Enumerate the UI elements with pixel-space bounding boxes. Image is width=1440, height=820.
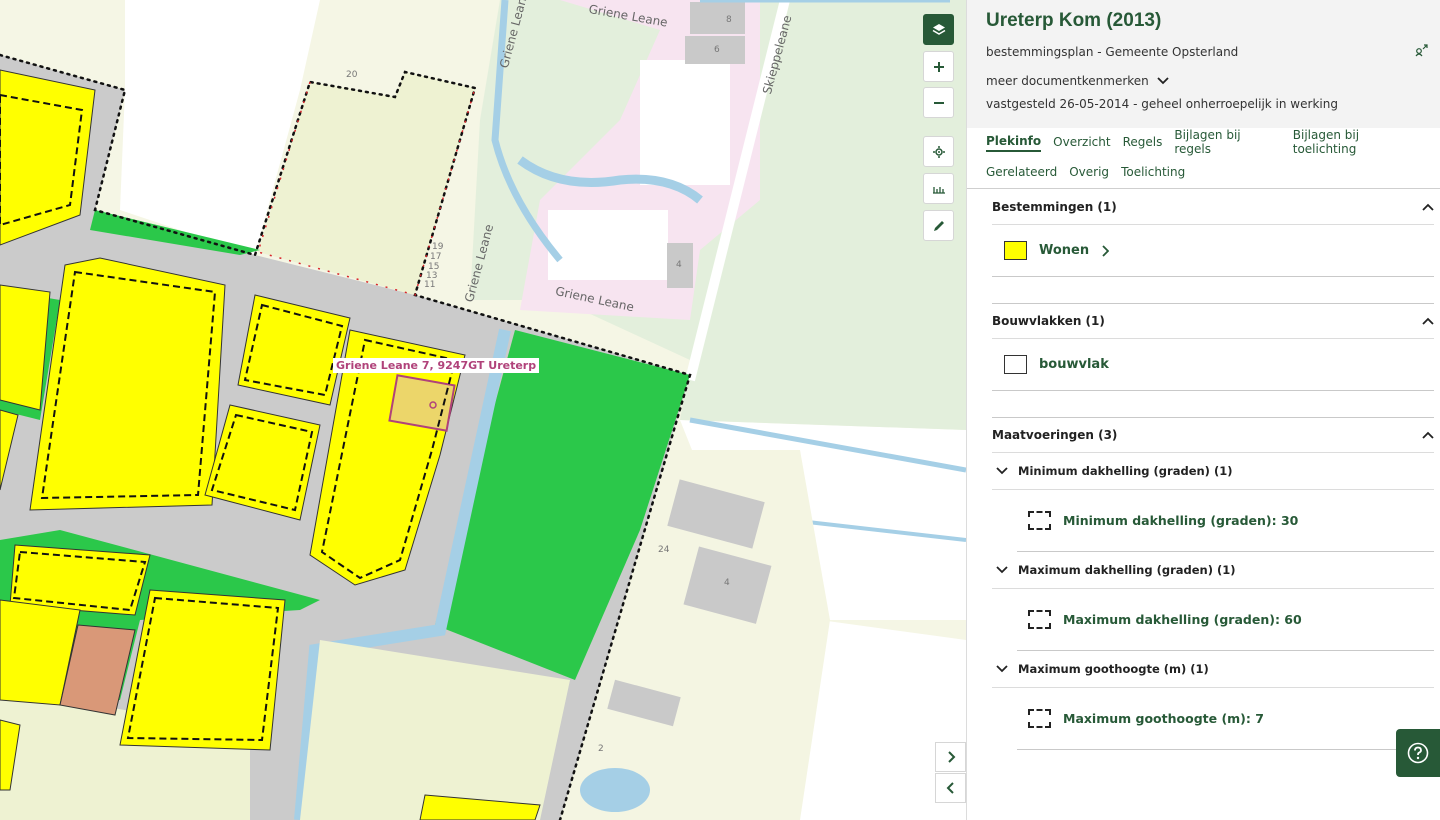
chevron-down-icon xyxy=(1157,77,1169,85)
bouwvlakken-header[interactable]: Bouwvlakken (1) xyxy=(992,303,1434,339)
chevron-left-icon xyxy=(946,782,954,794)
tab-toelichting[interactable]: Toelichting xyxy=(1121,165,1185,181)
zoom-out-icon xyxy=(933,101,944,104)
chevron-right-icon xyxy=(947,751,955,763)
maatvoering-swatch xyxy=(1028,709,1051,728)
house-number: 11 xyxy=(424,280,436,290)
wonen-link[interactable]: Wonen xyxy=(1039,243,1110,258)
legend-row-wonen: Wonen xyxy=(992,225,1434,277)
measure-button[interactable] xyxy=(923,173,954,204)
tab-regels[interactable]: Regels xyxy=(1123,135,1163,151)
more-document-properties-toggle[interactable]: meer documentkenmerken xyxy=(986,74,1428,88)
section-bouwvlakken: Bouwvlakken (1) bouwvlak xyxy=(992,303,1434,391)
collapse-panel-button[interactable] xyxy=(935,773,966,803)
section-bestemmingen: Bestemmingen (1) Wonen xyxy=(992,189,1434,277)
legend-row-bouwvlak: bouwvlak xyxy=(992,339,1434,391)
tab-overzicht[interactable]: Overzicht xyxy=(1053,135,1110,151)
help-button[interactable] xyxy=(1396,729,1440,777)
max-dakhelling-row: Maximum dakhelling (graden): 60 xyxy=(1017,589,1434,651)
locate-icon xyxy=(932,145,945,158)
zoom-in-icon xyxy=(933,61,944,72)
house-number: 19 xyxy=(432,242,444,252)
layers-icon xyxy=(932,23,945,35)
address-label: Griene Leane 7, 9247GT Ureterp xyxy=(333,358,540,373)
house-number: 4 xyxy=(724,578,730,588)
house-number: 8 xyxy=(726,15,732,25)
max-goothoogte-title: Maximum goothoogte (m) (1) xyxy=(1018,662,1209,676)
house-number: 17 xyxy=(430,252,442,262)
plan-subtitle: bestemmingsplan - Gemeente Opsterland xyxy=(986,45,1239,59)
zoom-in-button[interactable] xyxy=(923,51,954,82)
house-number: 20 xyxy=(346,70,358,80)
tab-bijlagen-regels[interactable]: Bijlagen bij regels xyxy=(1174,128,1280,158)
tab-gerelateerd[interactable]: Gerelateerd xyxy=(986,165,1057,181)
maatvoering-swatch xyxy=(1028,610,1051,629)
layers-button[interactable] xyxy=(923,14,954,45)
house-number: 24 xyxy=(658,545,670,555)
plan-status: vastgesteld 26-05-2014 - geheel onherroe… xyxy=(986,97,1338,111)
map-view[interactable]: Griene Leane Griene Leane Griene Leane G… xyxy=(0,0,966,820)
plan-title: Ureterp Kom (2013) xyxy=(986,10,1162,31)
panel-header: Ureterp Kom (2013) bestemmingsplan - Gem… xyxy=(967,0,1440,128)
bouwvlakken-title: Bouwvlakken (1) xyxy=(992,314,1105,328)
chevron-up-icon xyxy=(1422,317,1434,325)
chevron-down-icon xyxy=(996,566,1008,574)
max-goothoogte-link[interactable]: Maximum goothoogte (m): 7 xyxy=(1063,711,1264,726)
panel-tabs: Plekinfo Overzicht Regels Bijlagen bij r… xyxy=(967,128,1440,189)
min-dakhelling-link[interactable]: Minimum dakhelling (graden): 30 xyxy=(1063,513,1298,528)
max-goothoogte-header[interactable]: Maximum goothoogte (m) (1) xyxy=(992,651,1434,688)
wonen-swatch xyxy=(1004,241,1027,260)
map-canvas[interactable] xyxy=(0,0,966,820)
plan-info-panel: Ureterp Kom (2013) bestemmingsplan - Gem… xyxy=(966,0,1440,820)
house-number: 6 xyxy=(714,45,720,55)
max-dakhelling-link[interactable]: Maximum dakhelling (graden): 60 xyxy=(1063,612,1302,627)
share-icon[interactable] xyxy=(1415,44,1428,57)
bestemmingen-title: Bestemmingen (1) xyxy=(992,199,1117,214)
house-number: 4 xyxy=(676,260,682,270)
meta-toggle-label: meer documentkenmerken xyxy=(986,74,1149,88)
min-dakhelling-row: Minimum dakhelling (graden): 30 xyxy=(1017,490,1434,552)
help-icon xyxy=(1407,742,1429,764)
house-number: 2 xyxy=(598,744,604,754)
maatvoering-swatch xyxy=(1028,511,1051,530)
zoom-out-button[interactable] xyxy=(923,87,954,118)
maatvoeringen-header[interactable]: Maatvoeringen (3) xyxy=(992,417,1434,453)
bouwvlak-swatch xyxy=(1004,355,1027,374)
max-dakhelling-title: Maximum dakhelling (graden) (1) xyxy=(1018,563,1236,577)
chevron-down-icon xyxy=(996,665,1008,673)
min-dakhelling-title: Minimum dakhelling (graden) (1) xyxy=(1018,464,1233,478)
bouwvlak-link[interactable]: bouwvlak xyxy=(1039,357,1109,372)
chevron-up-icon xyxy=(1422,431,1434,439)
chevron-down-icon xyxy=(996,467,1008,475)
section-maatvoeringen: Maatvoeringen (3) Minimum dakhelling (gr… xyxy=(992,417,1434,750)
measure-icon xyxy=(932,186,945,194)
chevron-up-icon xyxy=(1422,203,1434,211)
locate-button[interactable] xyxy=(923,136,954,167)
wonen-label: Wonen xyxy=(1039,243,1090,258)
tab-overig[interactable]: Overig xyxy=(1069,165,1109,181)
min-dakhelling-header[interactable]: Minimum dakhelling (graden) (1) xyxy=(992,453,1434,490)
maatvoeringen-title: Maatvoeringen (3) xyxy=(992,428,1118,442)
max-goothoogte-row: Maximum goothoogte (m): 7 xyxy=(1017,688,1434,750)
tab-bijlagen-toelichting[interactable]: Bijlagen bij toelichting xyxy=(1293,128,1426,158)
tab-plekinfo[interactable]: Plekinfo xyxy=(986,134,1042,152)
max-dakhelling-header[interactable]: Maximum dakhelling (graden) (1) xyxy=(992,552,1434,589)
expand-panel-button[interactable] xyxy=(935,742,966,772)
chevron-right-icon xyxy=(1102,244,1110,257)
bestemmingen-header[interactable]: Bestemmingen (1) xyxy=(992,189,1434,225)
draw-icon xyxy=(933,220,944,231)
draw-button[interactable] xyxy=(923,210,954,241)
